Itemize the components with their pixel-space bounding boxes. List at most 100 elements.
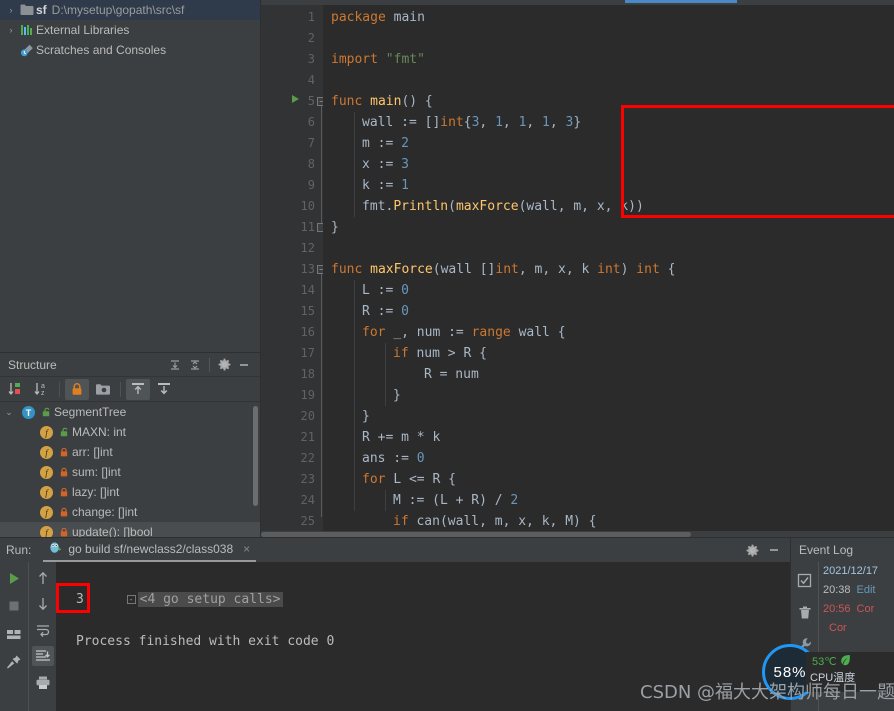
soft-wrap-icon[interactable] — [32, 620, 54, 640]
gear-icon[interactable] — [214, 355, 234, 375]
group-icon[interactable] — [91, 379, 115, 400]
code-token: { — [659, 262, 676, 277]
code-line[interactable]: L := 0 — [362, 280, 409, 301]
event-log-time: 20:56 — [823, 603, 851, 615]
code-line[interactable]: k := 1 — [362, 175, 409, 196]
svg-text:a: a — [41, 383, 45, 390]
scroll-to-end-icon[interactable] — [31, 646, 54, 666]
code-line[interactable]: x := 3 — [362, 154, 409, 175]
structure-item[interactable]: f arr: []int — [0, 442, 260, 462]
sort-alphabetically-icon[interactable]: az — [30, 379, 54, 400]
code-token: maxForce — [370, 262, 433, 277]
event-log-entry[interactable]: 20:56 Cor — [823, 600, 894, 619]
code-token: func — [331, 262, 371, 277]
code-token: 1 — [495, 115, 503, 130]
print-icon[interactable] — [32, 672, 54, 692]
structure-item[interactable]: f update(): []bool — [0, 522, 260, 537]
code-line[interactable]: package main — [331, 7, 425, 28]
code-line[interactable]: if num > R { — [393, 343, 487, 364]
cpu-temp-row: 53℃ — [806, 654, 894, 669]
editor-gutter[interactable]: 12345−678910111213−141516−17−18192021222… — [261, 5, 350, 537]
code-line[interactable]: for _, num := range wall { — [362, 322, 566, 343]
show-non-public-icon[interactable] — [65, 378, 89, 400]
code-token: maxForce — [455, 199, 519, 214]
code-line[interactable]: R := 0 — [362, 301, 409, 322]
stop-icon[interactable] — [3, 596, 25, 616]
project-tree-item[interactable]: Scratches and Consoles — [0, 40, 260, 60]
scroll-from-source-icon[interactable] — [126, 378, 150, 400]
line-number: 20 — [300, 409, 315, 423]
structure-item[interactable]: f MAXN: int — [0, 422, 260, 442]
layout-icon[interactable] — [3, 624, 25, 644]
line-number: 24 — [300, 493, 315, 507]
editor-code-area[interactable]: package main import "fmt" func main() {wal… — [323, 5, 894, 537]
structure-scrollbar[interactable] — [253, 406, 258, 506]
code-token: L <= R { — [393, 472, 456, 487]
line-number: 18 — [300, 367, 315, 381]
structure-item-label: sum: []int — [72, 465, 121, 479]
event-log-entry[interactable]: 20:38 Edit — [823, 581, 894, 600]
code-token: 1 — [401, 178, 409, 193]
line-number: 9 — [307, 178, 315, 192]
code-line[interactable]: } — [393, 385, 401, 406]
close-icon[interactable]: × — [243, 542, 250, 556]
event-log-link[interactable]: Cor — [857, 603, 875, 615]
project-tree-item[interactable]: › External Libraries — [0, 20, 260, 40]
line-number: 21 — [300, 430, 315, 444]
gear-icon[interactable] — [742, 540, 762, 560]
code-token: } — [362, 409, 370, 424]
code-line[interactable]: } — [331, 217, 339, 238]
code-token: Println — [393, 199, 449, 214]
structure-item[interactable]: ⌄ T SegmentTree — [0, 402, 260, 422]
rerun-icon[interactable] — [3, 568, 25, 588]
code-editor[interactable]: 12345−678910111213−141516−17−18192021222… — [261, 0, 894, 537]
console-setup-text: <4 go setup calls> — [137, 592, 283, 607]
code-token: R := — [362, 304, 402, 319]
sort-by-visibility-icon[interactable] — [4, 379, 28, 400]
structure-item[interactable]: f lazy: []int — [0, 482, 260, 502]
code-line[interactable]: func main() { — [331, 91, 433, 112]
minimize-icon[interactable] — [234, 355, 254, 375]
chevron-right-icon[interactable]: › — [4, 25, 18, 35]
code-token: int — [440, 115, 464, 130]
code-line[interactable]: } — [362, 406, 370, 427]
run-tab-title: go build sf/newclass2/class038 — [68, 542, 234, 556]
scroll-to-source-icon[interactable] — [152, 379, 176, 400]
event-log-entry[interactable]: Cor — [823, 619, 894, 638]
event-log-link[interactable]: Cor — [829, 622, 847, 634]
chevron-down-icon[interactable]: ⌄ — [0, 407, 18, 418]
code-line[interactable]: import "fmt" — [331, 49, 425, 70]
structure-item[interactable]: f change: []int — [0, 502, 260, 522]
code-token: func — [331, 94, 371, 109]
code-token: M := (L + R) / — [393, 493, 511, 508]
mark-read-icon[interactable] — [794, 570, 816, 590]
collapse-all-icon[interactable] — [185, 355, 205, 375]
code-line[interactable]: M := (L + R) / 2 — [393, 490, 518, 511]
down-arrow-icon[interactable] — [32, 594, 54, 614]
code-line[interactable]: func maxForce(wall []int, m, x, k int) i… — [331, 259, 675, 280]
event-log-link[interactable]: Edit — [857, 584, 876, 596]
code-line[interactable]: if can(wall, m, x, k, M) { — [393, 511, 597, 532]
code-line[interactable]: ans := 0 — [362, 448, 425, 469]
run-gutter-icon[interactable] — [291, 91, 300, 112]
code-line[interactable]: m := 2 — [362, 133, 409, 154]
line-number: 16 — [300, 325, 315, 339]
trash-icon[interactable] — [794, 602, 816, 622]
code-line[interactable]: for L <= R { — [362, 469, 456, 490]
up-arrow-icon[interactable] — [32, 568, 54, 588]
run-tab[interactable]: go build sf/newclass2/class038 × — [43, 538, 257, 562]
pin-icon[interactable] — [3, 652, 25, 672]
line-number: 7 — [307, 136, 315, 150]
code-line[interactable]: R = num — [424, 364, 479, 385]
structure-item[interactable]: f sum: []int — [0, 462, 260, 482]
fold-icon[interactable]: - — [126, 595, 136, 604]
minimize-icon[interactable] — [764, 540, 784, 560]
code-token: (wall, m, x, k)) — [518, 199, 644, 214]
chevron-right-icon[interactable]: › — [4, 5, 18, 15]
expand-all-icon[interactable] — [165, 355, 185, 375]
project-tree-item[interactable]: › sf D:\mysetup\gopath\src\sf — [0, 0, 260, 20]
indent-guide — [354, 112, 355, 217]
code-line[interactable]: fmt.Println(maxForce(wall, m, x, k)) — [362, 196, 644, 217]
code-line[interactable]: R += m * k — [362, 427, 440, 448]
code-line[interactable]: wall := []int{3, 1, 1, 1, 3} — [362, 112, 581, 133]
